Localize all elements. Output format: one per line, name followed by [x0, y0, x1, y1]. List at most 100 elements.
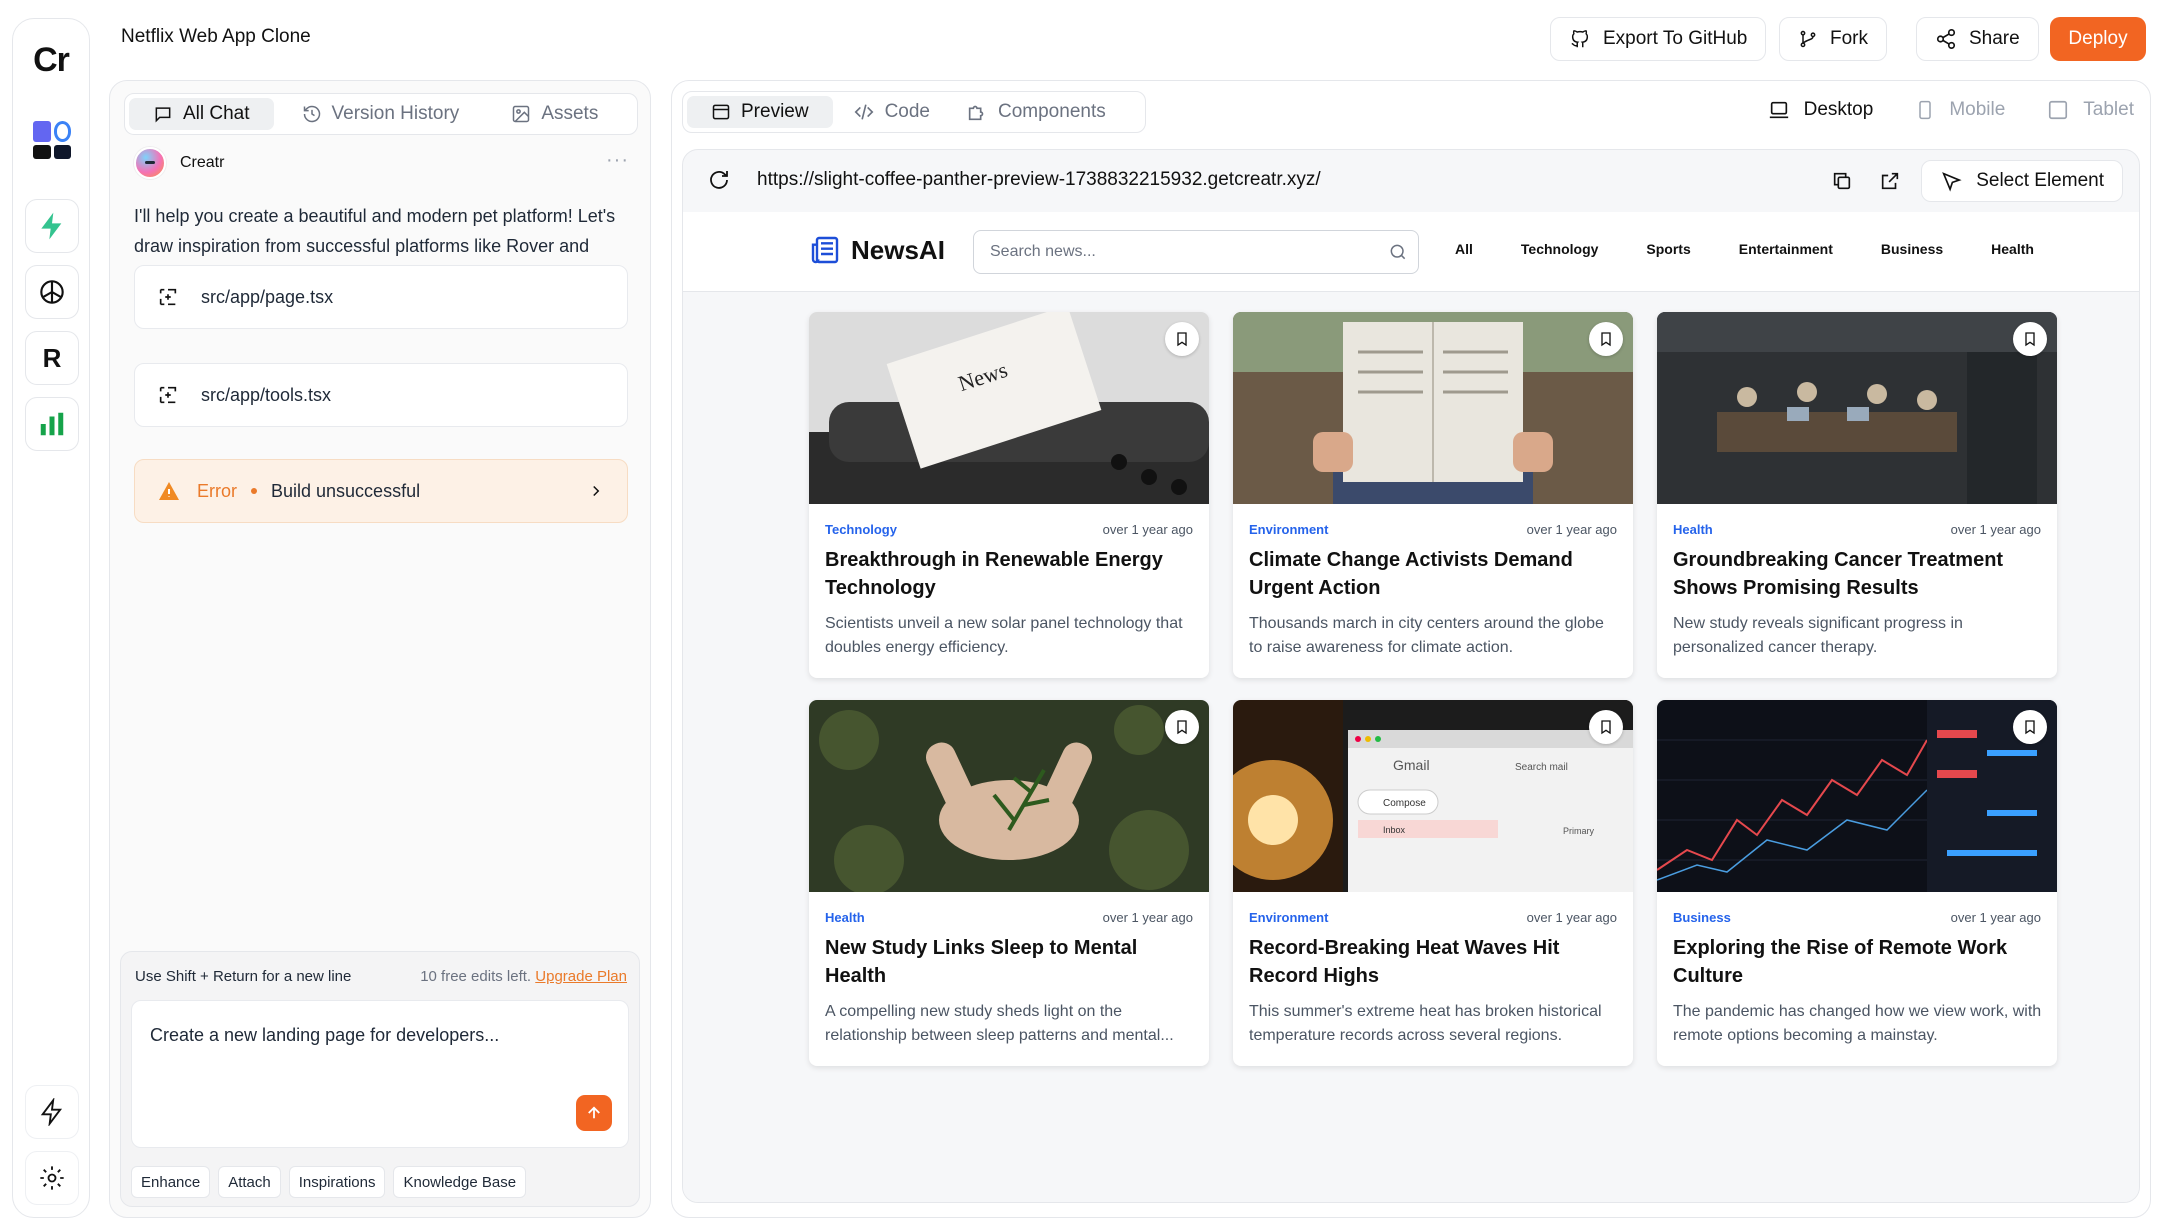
- news-card[interactable]: News Technology over 1 year ago Breakthr…: [809, 312, 1209, 678]
- tablet-icon: [2049, 100, 2068, 120]
- inspirations-chip[interactable]: Inspirations: [288, 1166, 386, 1198]
- sender-name: Creatr: [180, 154, 225, 171]
- file-item[interactable]: src/app/tools.tsx: [134, 363, 628, 427]
- r-app-icon[interactable]: R: [25, 331, 79, 385]
- tab-all-chat[interactable]: All Chat: [129, 98, 274, 130]
- nav-entertainment[interactable]: Entertainment: [1739, 241, 1833, 257]
- bookmark-button[interactable]: [2013, 710, 2047, 744]
- article-title: New Study Links Sleep to Mental Health: [825, 937, 1138, 987]
- copy-icon[interactable]: [1831, 170, 1853, 192]
- tab-version-history-label: Version History: [331, 103, 460, 124]
- article-description: Thousands march in city centers around t…: [1249, 615, 1604, 656]
- bookmark-button[interactable]: [2013, 322, 2047, 356]
- share-icon: [1936, 29, 1956, 49]
- more-options-icon[interactable]: ···: [606, 149, 629, 172]
- search-mail-label: Search mail: [1515, 762, 1568, 773]
- bookmark-icon: [1177, 720, 1187, 735]
- nav-technology[interactable]: Technology: [1521, 241, 1599, 257]
- nav-all[interactable]: All: [1455, 241, 1473, 257]
- article-description: The pandemic has changed how we view wor…: [1673, 1003, 2042, 1044]
- select-element-button[interactable]: Select Element: [1921, 160, 2123, 202]
- puzzle-icon: [968, 105, 984, 121]
- deploy-button[interactable]: Deploy: [2050, 17, 2146, 61]
- site-brand[interactable]: NewsAI: [809, 234, 945, 266]
- article-time: over 1 year ago: [1526, 522, 1617, 537]
- article-description: This summer's extreme heat has broken hi…: [1249, 1003, 1602, 1044]
- preview-tabs: Preview Code Components: [682, 91, 1146, 133]
- attach-chip[interactable]: Attach: [218, 1166, 281, 1198]
- file-item[interactable]: src/app/page.tsx: [134, 265, 628, 329]
- article-title: Exploring the Rise of Remote Work Cultur…: [1673, 937, 2008, 987]
- share-button[interactable]: Share: [1916, 17, 2039, 61]
- device-toggle: Desktop Mobile Tablet: [1768, 99, 2134, 121]
- prompt-input[interactable]: Create a new landing page for developers…: [131, 1000, 629, 1148]
- article-title: Groundbreaking Cancer Treatment Shows Pr…: [1673, 549, 2004, 599]
- tab-components[interactable]: Components: [950, 96, 1122, 128]
- upgrade-plan-link[interactable]: Upgrade Plan: [535, 968, 627, 985]
- news-search-input[interactable]: Search news...: [973, 230, 1419, 274]
- bookmark-button[interactable]: [1165, 322, 1199, 356]
- news-card[interactable]: Environment over 1 year ago Climate Chan…: [1233, 312, 1633, 678]
- site-brand-name: NewsAI: [851, 234, 945, 265]
- nav-business[interactable]: Business: [1881, 241, 1943, 257]
- file-name: src/app/page.tsx: [201, 286, 334, 307]
- bookmark-button[interactable]: [1589, 710, 1623, 744]
- bookmark-icon: [1177, 332, 1187, 347]
- news-card[interactable]: Health over 1 year ago Groundbreaking Ca…: [1657, 312, 2057, 678]
- bookmark-button[interactable]: [1165, 710, 1199, 744]
- tab-version-history[interactable]: Version History: [278, 98, 484, 130]
- edits-left: 10 free edits left. Upgrade Plan: [420, 968, 627, 985]
- avatar: [134, 147, 166, 179]
- bookmark-button[interactable]: [1589, 322, 1623, 356]
- knowledge-base-chip[interactable]: Knowledge Base: [393, 1166, 527, 1198]
- send-button[interactable]: [576, 1095, 612, 1131]
- tab-assets[interactable]: Assets: [487, 98, 622, 130]
- article-category: Health: [825, 910, 865, 925]
- warning-icon: [159, 482, 179, 500]
- open-external-icon[interactable]: [1879, 170, 1901, 192]
- gmail-laptop-image: Gmail Search mail Compose Inbox Primary: [1233, 700, 1633, 892]
- tab-assets-label: Assets: [541, 103, 599, 124]
- typewriter-image: News: [809, 312, 1209, 504]
- nav-health[interactable]: Health: [1991, 241, 2034, 257]
- office-meeting-image: [1657, 312, 2057, 504]
- bolt-icon[interactable]: [25, 1085, 79, 1139]
- export-github-button[interactable]: Export To GitHub: [1550, 17, 1767, 61]
- bookmark-icon: [2025, 720, 2035, 735]
- gmail-label: Gmail: [1393, 757, 1430, 773]
- url-text[interactable]: https://slight-coffee-panther-preview-17…: [757, 169, 1321, 191]
- enhance-chip[interactable]: Enhance: [131, 1166, 211, 1198]
- apps-grid-icon[interactable]: [33, 121, 71, 159]
- news-card[interactable]: Gmail Search mail Compose Inbox Primary …: [1233, 700, 1633, 1066]
- project-title: Netflix Web App Clone: [121, 26, 311, 47]
- news-search-placeholder: Search news...: [990, 243, 1096, 260]
- fork-label: Fork: [1830, 28, 1868, 49]
- article-time: over 1 year ago: [1526, 910, 1617, 925]
- fork-button[interactable]: Fork: [1779, 17, 1887, 61]
- bookmark-icon: [2025, 332, 2035, 347]
- composer: Use Shift + Return for a new line 10 fre…: [120, 951, 640, 1207]
- article-category: Environment: [1249, 522, 1329, 537]
- device-mobile[interactable]: Mobile: [1915, 99, 2005, 121]
- news-card[interactable]: Health over 1 year ago New Study Links S…: [809, 700, 1209, 1066]
- article-description: Scientists unveil a new solar panel tech…: [825, 615, 1183, 656]
- device-tablet[interactable]: Tablet: [2047, 99, 2134, 121]
- tab-preview[interactable]: Preview: [687, 96, 833, 128]
- article-time: over 1 year ago: [1950, 910, 2041, 925]
- article-description: New study reveals significant progress i…: [1673, 615, 1963, 656]
- stats-app-icon[interactable]: [25, 397, 79, 451]
- openai-icon[interactable]: [25, 265, 79, 319]
- tab-code[interactable]: Code: [837, 96, 946, 128]
- history-icon: [303, 105, 320, 123]
- tab-components-label: Components: [998, 101, 1106, 122]
- news-card[interactable]: Business over 1 year ago Exploring the R…: [1657, 700, 2057, 1066]
- app-logo[interactable]: Cr: [13, 41, 89, 80]
- bolt-app-icon[interactable]: [25, 199, 79, 253]
- nav-sports[interactable]: Sports: [1646, 241, 1690, 257]
- settings-gear-icon[interactable]: [25, 1151, 79, 1205]
- site-header: NewsAI Search news... All Technology Spo…: [683, 212, 2139, 292]
- refresh-icon[interactable]: [707, 168, 731, 192]
- device-desktop[interactable]: Desktop: [1768, 99, 1873, 121]
- news-site: NewsAI Search news... All Technology Spo…: [683, 212, 2139, 1202]
- build-error-banner[interactable]: Error Build unsuccessful: [134, 459, 628, 523]
